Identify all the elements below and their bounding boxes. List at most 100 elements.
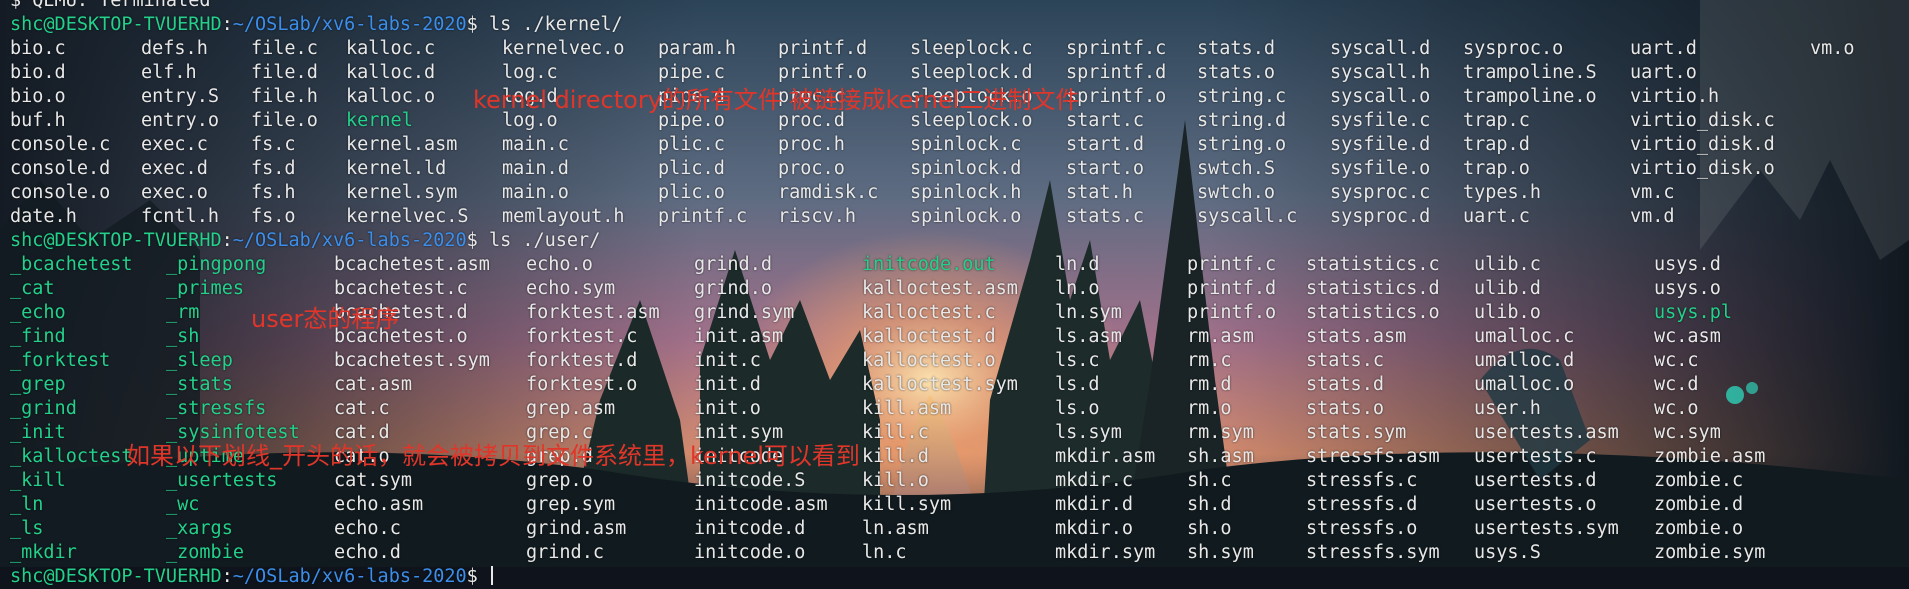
kernel-file-entry: kalloc.d: [346, 62, 436, 83]
user-file-entry: stressfs.o: [1306, 518, 1418, 539]
prompt-separator: :: [221, 14, 233, 35]
kernel-file-entry: kernel.asm: [346, 134, 458, 155]
kernel-file-entry: syscall.h: [1330, 62, 1431, 83]
user-file-entry: ulib.c: [1474, 254, 1541, 275]
kernel-file-listing: bio.c defs.h file.c kalloc.c kernelvec.o para…: [10, 37, 1905, 229]
kernel-file-entry: date.h: [10, 206, 77, 227]
kernel-file-entry: string.d: [1197, 110, 1287, 131]
prompt-separator: :: [221, 566, 233, 587]
user-file-entry: zombie.d: [1654, 494, 1744, 515]
user-file-entry: sh.asm: [1187, 446, 1254, 467]
kernel-file-entry: spinlock.h: [910, 182, 1022, 203]
user-file-entry: umalloc.c: [1474, 326, 1575, 347]
prompt-path: ~/OSLab/xv6-labs-2020: [232, 566, 467, 587]
prompt-user-host: shc@DESKTOP-TVUERHD: [10, 14, 222, 35]
kernel-file-entry: console.c: [10, 134, 111, 155]
user-file-entry: initcode.asm: [694, 494, 828, 515]
user-file-entry: _kalloctest: [10, 446, 133, 467]
user-file-entry: forktest.c: [526, 326, 638, 347]
user-file-entry: cat.sym: [334, 470, 412, 491]
kernel-file-entry: spinlock.c: [910, 134, 1022, 155]
kernel-file-entry: sleeplock.d: [910, 62, 1033, 83]
user-file-entry: _init: [10, 422, 66, 443]
final-prompt[interactable]: shc@DESKTOP-TVUERHD:~/OSLab/xv6-labs-202…: [10, 565, 1905, 589]
user-file-entry: zombie.c: [1654, 470, 1744, 491]
user-file-entry: grind.asm: [526, 518, 627, 539]
kernel-file-entry: sprintf.d: [1066, 62, 1167, 83]
kernel-file-entry: entry.S: [141, 86, 219, 107]
user-file-entry: _stressfs: [166, 398, 267, 419]
kernel-file-entry: stats.o: [1197, 62, 1275, 83]
kernel-file-entry: proc.h: [778, 134, 845, 155]
user-file-entry: echo.asm: [334, 494, 424, 515]
prompt-user-host: shc@DESKTOP-TVUERHD: [10, 566, 222, 587]
user-file-entry: mkdir.c: [1055, 470, 1133, 491]
user-file-entry: usertests.asm: [1474, 422, 1619, 443]
kernel-file-entry: syscall.d: [1330, 38, 1431, 59]
user-file-entry: grep.o: [526, 470, 593, 491]
user-file-entry: echo.sym: [526, 278, 616, 299]
user-file-entry: stressfs.sym: [1306, 542, 1440, 563]
kernel-file-entry: sysfile.c: [1330, 110, 1431, 131]
user-file-entry: echo.o: [526, 254, 593, 275]
user-file-entry: _zombie: [166, 542, 244, 563]
prompt-path: ~/OSLab/xv6-labs-2020: [232, 14, 467, 35]
prompt-command: $ ls ./user/: [466, 230, 601, 251]
kernel-file-entry: sysproc.c: [1330, 182, 1431, 203]
kernel-file-entry: fs.c: [251, 134, 296, 155]
kernel-file-entry: sleeplock.c: [910, 38, 1033, 59]
user-file-entry: grep.asm: [526, 398, 616, 419]
kernel-file-entry: types.h: [1463, 182, 1541, 203]
user-file-entry: ln.sym: [1055, 302, 1122, 323]
user-file-entry: bcachetest.asm: [334, 254, 490, 275]
kernel-file-entry: sprintf.o: [1066, 86, 1167, 107]
user-file-entry: _grep: [10, 374, 66, 395]
kernel-file-entry: kernel.ld: [346, 158, 447, 179]
user-file-entry: ls.asm: [1055, 326, 1122, 347]
user-file-entry: usys.d: [1654, 254, 1721, 275]
user-file-entry: mkdir.o: [1055, 518, 1133, 539]
user-file-entry: rm.asm: [1187, 326, 1254, 347]
user-file-entry: usertests.c: [1474, 446, 1597, 467]
kernel-file-entry: virtio.h: [1630, 86, 1720, 107]
kernel-file-entry: log.c: [502, 62, 558, 83]
kernel-file-entry: trampoline.S: [1463, 62, 1597, 83]
user-file-entry: zombie.o: [1654, 518, 1744, 539]
kernel-file-entry: bio.d: [10, 62, 66, 83]
kernel-file-entry: pipe.c: [658, 62, 725, 83]
kernel-file-entry: string.o: [1197, 134, 1287, 155]
user-file-entry: bcachetest.sym: [334, 350, 490, 371]
kernel-file-entry: sprintf.c: [1066, 38, 1167, 59]
user-file-entry: grind.d: [694, 254, 772, 275]
user-file-entry: _forktest: [10, 350, 111, 371]
user-file-entry: init.o: [694, 398, 761, 419]
kernel-file-entry: kernel: [346, 110, 413, 131]
kernel-file-entry: memlayout.h: [502, 206, 625, 227]
user-file-entry: ls.sym: [1055, 422, 1122, 443]
kernel-file-entry: param.h: [658, 38, 736, 59]
user-file-entry: wc.sym: [1654, 422, 1721, 443]
kernel-file-entry: bio.o: [10, 86, 66, 107]
user-file-listing: _bcachetest _pingpong bcachetest.asm echo.o…: [10, 253, 1905, 565]
kernel-file-entry: elf.h: [141, 62, 197, 83]
user-file-entry: rm.o: [1187, 398, 1232, 419]
user-file-entry: _xargs: [166, 518, 233, 539]
user-file-entry: kalloctest.sym: [862, 374, 1018, 395]
user-file-entry: sh.o: [1187, 518, 1232, 539]
kernel-file-entry: ramdisk.c: [778, 182, 879, 203]
user-annotation: user态的程序: [251, 305, 400, 333]
kernel-file-entry: bio.c: [10, 38, 66, 59]
user-file-entry: init.d: [694, 374, 761, 395]
kernel-file-entry: plic.d: [658, 158, 725, 179]
user-file-entry: _echo: [10, 302, 66, 323]
user-file-entry: stats.asm: [1306, 326, 1407, 347]
kernel-file-entry: file.o: [251, 110, 318, 131]
user-file-entry: rm.d: [1187, 374, 1232, 395]
kernel-row: date.h fcntl.h fs.o kernelvec.S memlayout.h p…: [10, 205, 1905, 229]
user-file-entry: sh.sym: [1187, 542, 1254, 563]
kernel-file-entry: fcntl.h: [141, 206, 219, 227]
user-file-entry: wc.d: [1654, 374, 1699, 395]
user-file-entry: initcode.o: [694, 542, 806, 563]
user-file-entry: sh.c: [1187, 470, 1232, 491]
kernel-file-entry: exec.d: [141, 158, 208, 179]
